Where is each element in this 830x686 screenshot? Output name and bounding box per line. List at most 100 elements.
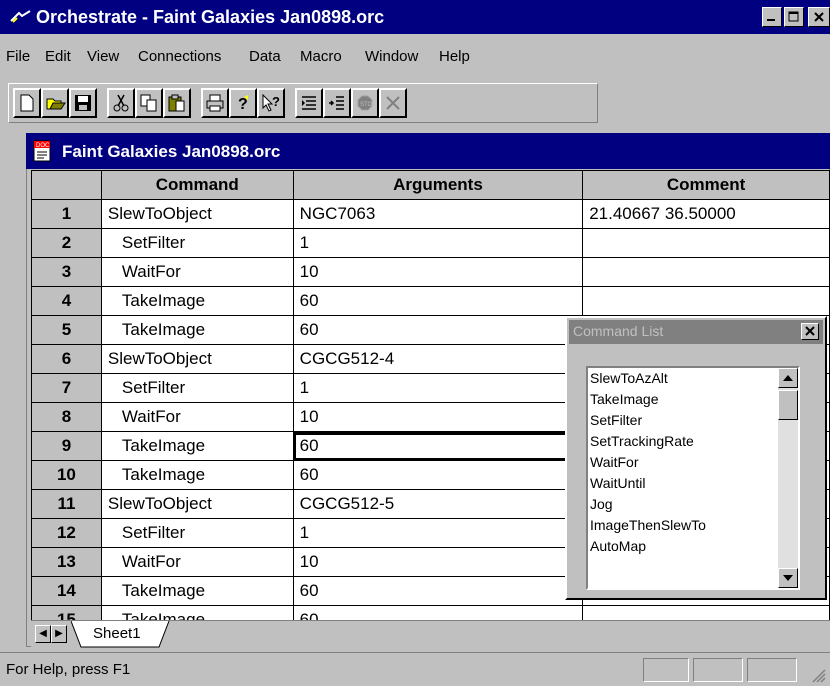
menu-edit[interactable]: Edit [45,48,71,65]
command-list-item[interactable]: ImageThenSlewTo [590,517,706,533]
command-list-item[interactable]: AutoMap [590,538,646,554]
command-listbox[interactable]: SlewToAzAlt TakeImage SetFilter SetTracking… [586,366,800,590]
title-bar[interactable]: Orchestrate - Faint Galaxies Jan0898.orc [0,0,830,34]
row-number[interactable]: 2 [31,228,102,258]
row-number[interactable]: 1 [31,199,102,229]
arguments-cell[interactable]: 1 [292,228,584,258]
close-button[interactable] [808,7,830,27]
row-number[interactable]: 5 [31,315,102,345]
new-button[interactable] [13,88,41,118]
row-number[interactable]: 10 [31,460,102,490]
row-number[interactable]: 13 [31,547,102,577]
menu-macro[interactable]: Macro [300,48,342,65]
corner-cell[interactable] [31,170,102,200]
copy-button[interactable] [135,88,163,118]
minimize-button[interactable] [762,7,782,27]
row-number[interactable]: 6 [31,344,102,374]
command-cell[interactable]: SetFilter [100,518,294,548]
comment-cell[interactable] [582,286,830,316]
sheet-next-button[interactable]: ▶ [51,625,67,643]
command-cell[interactable]: TakeImage [100,431,294,461]
command-cell[interactable]: SlewToObject [100,489,294,519]
listbox-scrollbar[interactable] [778,368,798,588]
menu-help[interactable]: Help [439,48,470,65]
command-cell[interactable]: TakeImage [100,576,294,606]
row-number[interactable]: 14 [31,576,102,606]
column-header-comment[interactable]: Comment [582,170,830,200]
command-cell[interactable]: SetFilter [100,228,294,258]
command-list-close-button[interactable] [801,323,819,340]
arguments-cell[interactable]: 10 [292,402,584,432]
column-header-arguments[interactable]: Arguments [292,170,584,200]
arguments-cell[interactable]: NGC7063 [292,199,584,229]
row-number[interactable]: 3 [31,257,102,287]
menu-view[interactable]: View [87,48,119,65]
command-list-item[interactable]: Jog [590,496,613,512]
cut-button[interactable] [107,88,135,118]
table-row[interactable]: 3 WaitFor 10 [31,257,830,287]
arguments-cell[interactable]: 60 [292,576,584,606]
command-list-item[interactable]: TakeImage [590,391,658,407]
comment-cell[interactable] [582,605,830,620]
sheet-prev-button[interactable]: ◀ [35,625,51,643]
command-cell[interactable]: SetFilter [100,373,294,403]
command-list-item[interactable]: SlewToAzAlt [590,370,668,386]
print-button[interactable] [201,88,229,118]
row-number[interactable]: 12 [31,518,102,548]
scroll-down-button[interactable] [778,568,798,588]
table-row[interactable]: 15 TakeImage 60 [31,605,830,620]
arguments-cell[interactable]: 1 [292,518,584,548]
help-button[interactable]: ? [229,88,257,118]
insert-row-button[interactable] [295,88,323,118]
row-number[interactable]: 4 [31,286,102,316]
arguments-cell[interactable]: 10 [292,547,584,577]
command-cell[interactable]: SlewToObject [100,344,294,374]
arguments-cell[interactable]: 60 [292,605,584,620]
comment-cell[interactable] [582,257,830,287]
sheet-tab[interactable]: Sheet1 [71,621,171,648]
command-cell[interactable]: SlewToObject [100,199,294,229]
arguments-cell[interactable]: 60 [292,315,584,345]
command-cell[interactable]: TakeImage [100,286,294,316]
arguments-cell[interactable]: 1 [292,373,584,403]
arguments-cell[interactable]: 60 [292,286,584,316]
table-row[interactable]: 4 TakeImage 60 [31,286,830,316]
row-number[interactable]: 8 [31,402,102,432]
command-cell[interactable]: WaitFor [100,257,294,287]
document-title-bar[interactable]: DOC Faint Galaxies Jan0898.orc [26,133,830,169]
arguments-cell[interactable]: CGCG512-5 [292,489,584,519]
command-cell[interactable]: TakeImage [100,460,294,490]
stop-button[interactable]: STOP [351,88,379,118]
table-row[interactable]: 2 SetFilter 1 [31,228,830,258]
row-number[interactable]: 7 [31,373,102,403]
command-list-item[interactable]: WaitUntil [590,475,646,491]
command-cell[interactable]: WaitFor [100,402,294,432]
arguments-cell[interactable]: 10 [292,257,584,287]
command-cell[interactable]: TakeImage [100,315,294,345]
paste-button[interactable] [163,88,191,118]
open-button[interactable] [41,88,69,118]
row-number[interactable]: 9 [31,431,102,461]
comment-cell[interactable] [582,228,830,258]
arguments-cell[interactable]: 60 [292,460,584,490]
resize-grip-icon[interactable] [812,669,826,683]
command-cell[interactable]: WaitFor [100,547,294,577]
row-number[interactable]: 15 [31,605,102,620]
menu-connections[interactable]: Connections [138,48,221,65]
indent-button[interactable] [323,88,351,118]
command-cell[interactable]: TakeImage [100,605,294,620]
arguments-cell[interactable]: CGCG512-4 [292,344,584,374]
delete-button[interactable] [379,88,407,118]
command-list-item[interactable]: SetTrackingRate [590,433,694,449]
menu-data[interactable]: Data [249,48,281,65]
column-header-command[interactable]: Command [100,170,294,200]
maximize-button[interactable] [784,7,804,27]
scroll-up-button[interactable] [778,368,798,388]
arguments-cell[interactable]: 60 [292,431,584,461]
table-row[interactable]: 1 SlewToObject NGC7063 21.40667 36.50000 [31,199,830,229]
command-list-title-bar[interactable]: Command List [569,320,823,344]
command-list-item[interactable]: SetFilter [590,412,642,428]
menu-file[interactable]: File [6,48,30,65]
context-help-button[interactable]: ? [257,88,285,118]
menu-window[interactable]: Window [365,48,418,65]
